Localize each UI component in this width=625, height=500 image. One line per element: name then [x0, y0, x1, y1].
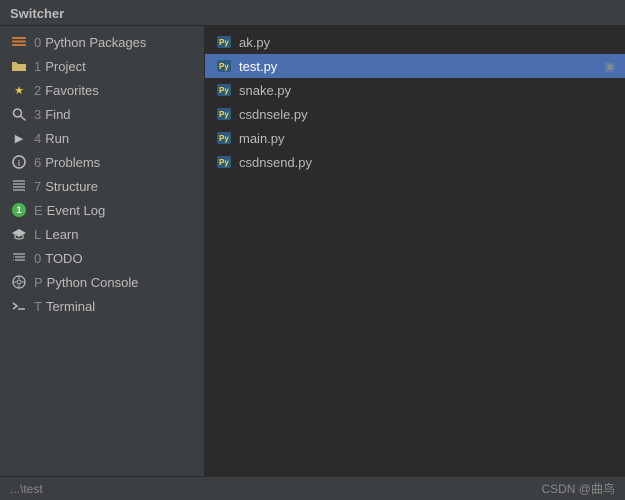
file-item-main-py[interactable]: Py main.py [205, 126, 625, 150]
file-name-main-py: main.py [239, 131, 285, 146]
todo-icon [10, 250, 28, 266]
structure-icon [10, 178, 28, 194]
sidebar-label-python-packages: Python Packages [45, 35, 146, 50]
file-item-ak-py[interactable]: Py ak.py [205, 30, 625, 54]
event-log-badge-icon: 1 [10, 202, 28, 218]
file-name-csdnsend-py: csdnsend.py [239, 155, 312, 170]
window-title: Switcher [10, 6, 64, 21]
file-item-test-py[interactable]: Py test.py ▣ [205, 54, 625, 78]
shortcut-0: 0 [34, 35, 41, 50]
sidebar-item-terminal[interactable]: T Terminal [0, 294, 204, 318]
shortcut-l: L [34, 227, 41, 242]
file-name-csdnsele-py: csdnsele.py [239, 107, 308, 122]
sidebar-item-find[interactable]: 3 Find [0, 102, 204, 126]
sidebar-label-find: Find [45, 107, 70, 122]
svg-text:Py: Py [219, 110, 229, 119]
sidebar-item-event-log[interactable]: 1 E Event Log [0, 198, 204, 222]
shortcut-todo-0: 0 [34, 251, 41, 266]
terminal-icon [10, 298, 28, 314]
file-item-csdnsend-py[interactable]: Py csdnsend.py [205, 150, 625, 174]
title-bar: Switcher [0, 0, 625, 26]
python-file-icon-snake: Py [215, 82, 233, 98]
star-icon: ★ [10, 82, 28, 98]
status-branding: CSDN @曲鸟 [541, 480, 615, 497]
sidebar-item-favorites[interactable]: ★ 2 Favorites [0, 78, 204, 102]
python-file-icon-csdnsele: Py [215, 106, 233, 122]
file-name-ak-py: ak.py [239, 35, 270, 50]
status-path: ...\test [10, 482, 43, 496]
console-icon [10, 274, 28, 290]
sidebar-label-problems: Problems [45, 155, 100, 170]
sidebar-label-project: Project [45, 59, 85, 74]
sidebar-item-python-console[interactable]: P Python Console [0, 270, 204, 294]
python-file-icon-selected: Py [215, 58, 233, 74]
shortcut-3: 3 [34, 107, 41, 122]
info-circle-icon: i [10, 154, 28, 170]
python-file-icon-csdnsend: Py [215, 154, 233, 170]
sidebar-item-structure[interactable]: 7 Structure [0, 174, 204, 198]
svg-text:Py: Py [219, 134, 229, 143]
sidebar-label-terminal: Terminal [46, 299, 95, 314]
svg-text:Py: Py [219, 38, 229, 47]
file-item-csdnsele-py[interactable]: Py csdnsele.py [205, 102, 625, 126]
sidebar-label-favorites: Favorites [45, 83, 98, 98]
shortcut-6: 6 [34, 155, 41, 170]
sidebar-label-run: Run [45, 131, 69, 146]
search-icon [10, 106, 28, 122]
svg-text:Py: Py [219, 158, 229, 167]
sidebar-item-problems[interactable]: i 6 Problems [0, 150, 204, 174]
file-list: Py ak.py Py test.py ▣ Py snake.p [205, 26, 625, 476]
folder-icon [10, 58, 28, 74]
svg-text:i: i [18, 159, 20, 168]
layers-icon [10, 34, 28, 50]
pin-icon: ▣ [605, 60, 615, 73]
sidebar: 0 Python Packages 1 Project ★ 2 Favorite… [0, 26, 205, 476]
python-file-icon-main: Py [215, 130, 233, 146]
file-name-test-py: test.py [239, 59, 277, 74]
file-name-snake-py: snake.py [239, 83, 291, 98]
sidebar-label-structure: Structure [45, 179, 98, 194]
shortcut-e: E [34, 203, 43, 218]
shortcut-1: 1 [34, 59, 41, 74]
svg-text:Py: Py [219, 86, 229, 95]
sidebar-label-event-log: Event Log [47, 203, 106, 218]
graduation-icon [10, 226, 28, 242]
svg-text:Py: Py [219, 62, 229, 71]
sidebar-item-project[interactable]: 1 Project [0, 54, 204, 78]
play-icon: ▶ [10, 130, 28, 146]
shortcut-4: 4 [34, 131, 41, 146]
sidebar-item-learn[interactable]: L Learn [0, 222, 204, 246]
shortcut-2: 2 [34, 83, 41, 98]
sidebar-label-todo: TODO [45, 251, 82, 266]
file-item-snake-py[interactable]: Py snake.py [205, 78, 625, 102]
sidebar-item-todo[interactable]: 0 TODO [0, 246, 204, 270]
sidebar-label-python-console: Python Console [47, 275, 139, 290]
sidebar-label-learn: Learn [45, 227, 78, 242]
python-file-icon: Py [215, 34, 233, 50]
status-bar: ...\test CSDN @曲鸟 [0, 476, 625, 500]
sidebar-item-python-packages[interactable]: 0 Python Packages [0, 30, 204, 54]
shortcut-p: P [34, 275, 43, 290]
main-content: 0 Python Packages 1 Project ★ 2 Favorite… [0, 26, 625, 476]
shortcut-7: 7 [34, 179, 41, 194]
shortcut-t: T [34, 299, 42, 314]
sidebar-item-run[interactable]: ▶ 4 Run [0, 126, 204, 150]
